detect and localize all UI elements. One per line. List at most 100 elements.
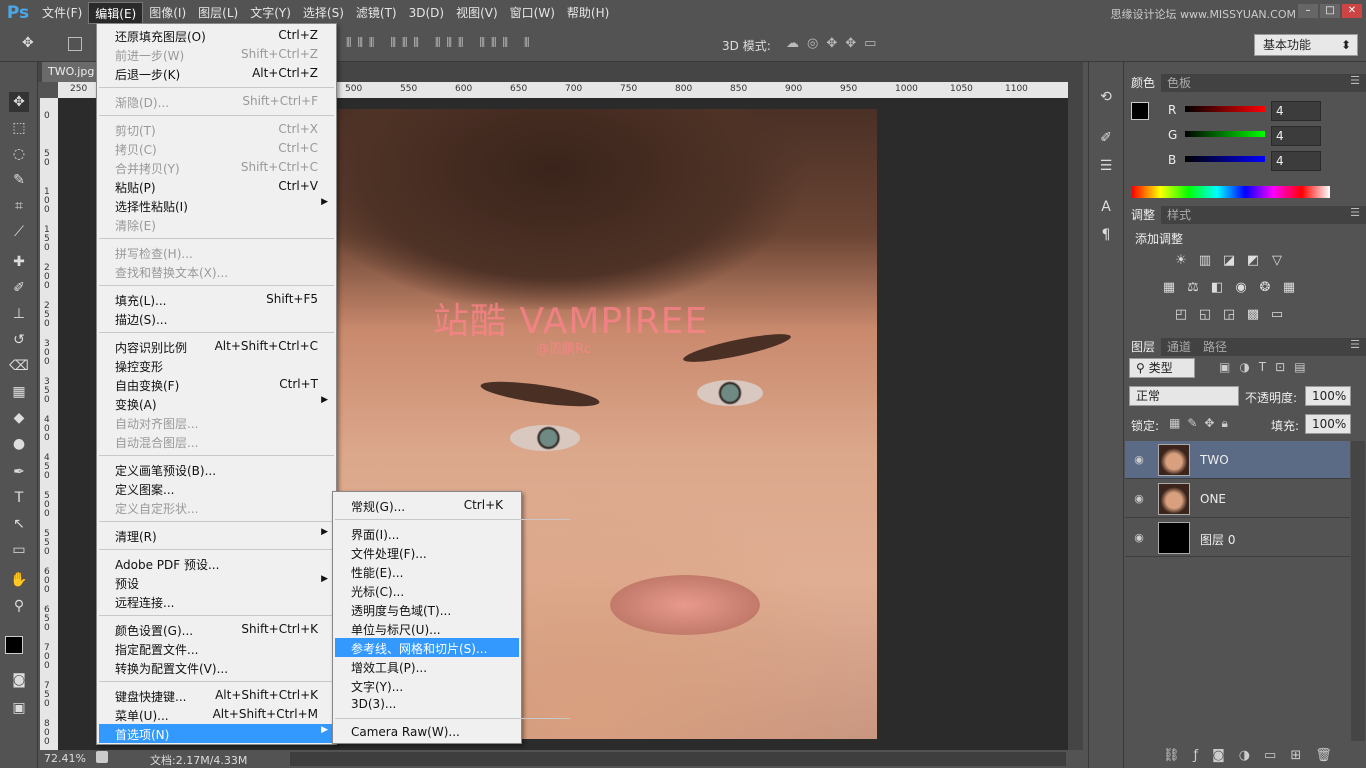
menu-item[interactable]: 清理(R) ▶ (99, 526, 334, 545)
menu-item[interactable]: Adobe PDF 预设... (99, 554, 334, 573)
color-balance-icon[interactable]: ⚖ (1185, 281, 1201, 295)
menu-item[interactable]: 操控变形 (99, 356, 334, 375)
layer-bottom-icons[interactable]: ⛓ƒ◙◑▭⊞🗑︎ (1163, 748, 1346, 763)
menu-item[interactable]: 转换为配置文件(V)... (99, 658, 334, 677)
blend-mode-select[interactable]: 正常 (1129, 386, 1239, 406)
layer-row[interactable]: ◉ ONE (1125, 480, 1350, 518)
menu-view[interactable]: 视图(V) (450, 2, 504, 24)
gradient-tool-icon[interactable]: ▦ (9, 382, 29, 402)
tab-styles[interactable]: 样式 (1161, 206, 1197, 224)
healing-tool-icon[interactable]: ✚ (9, 252, 29, 272)
history-brush-tool-icon[interactable]: ↺ (9, 330, 29, 350)
menu-item[interactable]: 单位与标尺(U)... (335, 619, 519, 638)
history-icon[interactable]: ⟲ (1096, 87, 1116, 107)
minimize-icon[interactable]: – (1298, 4, 1318, 18)
panel-menu-icon[interactable]: ☰ (1350, 206, 1360, 219)
menu-item[interactable]: 常规(G)... Ctrl+K (335, 496, 519, 515)
lock-icons[interactable]: ▦✎✥🔒︎ (1169, 416, 1235, 431)
color-spectrum[interactable] (1132, 186, 1330, 198)
close-icon[interactable]: ✕ (1342, 4, 1362, 18)
foreground-color-swatch[interactable] (5, 636, 23, 654)
menu-item[interactable]: 性能(E)... (335, 562, 519, 581)
menu-item[interactable]: 颜色设置(G)... Shift+Ctrl+K (99, 620, 334, 639)
zoom-tool-icon[interactable]: ⚲ (9, 596, 29, 616)
type-tool-icon[interactable]: T (9, 488, 29, 508)
move-tool-icon[interactable]: ✥ (22, 35, 34, 51)
menu-item[interactable]: 文件处理(F)... (335, 543, 519, 562)
menu-item[interactable]: 选择性粘贴(I) ▶ (99, 196, 334, 215)
fg-color-swatch[interactable] (1131, 102, 1149, 120)
fill-field[interactable]: 100% (1305, 414, 1351, 434)
brush-presets-icon[interactable]: ☰ (1096, 156, 1116, 176)
stamp-tool-icon[interactable]: ⊥ (9, 304, 29, 324)
menu-item[interactable]: 参考线、网格和切片(S)... (335, 638, 519, 657)
menu-item[interactable]: 粘贴(P) Ctrl+V (99, 177, 334, 196)
eye-icon[interactable]: ◉ (1131, 492, 1147, 505)
menu-item[interactable]: 描边(S)... (99, 309, 334, 328)
tab-color[interactable]: 颜色 (1125, 74, 1162, 92)
menu-item[interactable]: 增效工具(P)... (335, 657, 519, 676)
tab-swatches[interactable]: 色板 (1161, 74, 1197, 92)
menu-item[interactable]: 填充(L)... Shift+F5 (99, 290, 334, 309)
gradient-map-icon[interactable]: ▭ (1269, 308, 1285, 322)
layer-filter-icons[interactable]: ▣◑T⊡▤ (1219, 360, 1315, 374)
menu-type[interactable]: 文字(Y) (244, 2, 297, 24)
menu-item[interactable]: 光标(C)... (335, 581, 519, 600)
levels-icon[interactable]: ▥ (1197, 254, 1213, 268)
menu-item[interactable]: 3D(3)... (335, 695, 519, 714)
menu-item[interactable]: 菜单(U)... Alt+Shift+Ctrl+M (99, 705, 334, 724)
menu-3d[interactable]: 3D(D) (403, 2, 450, 24)
threshold-icon[interactable]: ◲ (1221, 308, 1237, 322)
menu-item[interactable]: 文字(Y)... (335, 676, 519, 695)
menu-item[interactable]: 远程连接... (99, 592, 334, 611)
brightness-icon[interactable]: ☀ (1173, 254, 1189, 268)
menu-image[interactable]: 图像(I) (143, 2, 192, 24)
menu-item[interactable]: 内容识别比例 Alt+Shift+Ctrl+C (99, 337, 334, 356)
tab-layers[interactable]: 图层 (1125, 338, 1162, 356)
move-tool-icon[interactable]: ✥ (9, 92, 29, 112)
b-slider[interactable] (1185, 156, 1265, 162)
menu-item[interactable]: 指定配置文件... (99, 639, 334, 658)
layer-row[interactable]: ◉ TWO (1125, 441, 1350, 479)
brush-tool-icon[interactable]: ✐ (9, 278, 29, 298)
g-slider[interactable] (1185, 131, 1265, 137)
panel-menu-icon[interactable]: ☰ (1350, 74, 1360, 87)
tab-channels[interactable]: 通道 (1161, 338, 1197, 356)
menu-filter[interactable]: 滤镜(T) (350, 2, 403, 24)
tab-adjustments[interactable]: 调整 (1125, 206, 1162, 224)
align-icons[interactable]: ⫴⫴⫴ ⫴⫴⫴ ⫴⫴⫴ ⫴⫴⫴ ⫴ (346, 36, 536, 51)
pen-tool-icon[interactable]: ✒ (9, 462, 29, 482)
status-menu-icon[interactable] (96, 751, 108, 763)
menu-item[interactable]: 键盘快捷键... Alt+Shift+Ctrl+K (99, 686, 334, 705)
tab-paths[interactable]: 路径 (1197, 338, 1233, 356)
auto-select-checkbox[interactable] (68, 37, 82, 51)
quick-mask-icon[interactable]: ◙ (9, 670, 29, 690)
opacity-field[interactable]: 100% (1305, 386, 1351, 406)
menu-window[interactable]: 窗口(W) (504, 2, 561, 24)
screen-mode-icon[interactable]: ▣ (9, 698, 29, 718)
menu-edit[interactable]: 编辑(E) (88, 2, 144, 24)
hand-tool-icon[interactable]: ✋ (9, 570, 29, 590)
document-tab[interactable]: TWO.jpg (42, 62, 98, 82)
b-value[interactable]: 4 (1271, 151, 1321, 171)
vertical-scrollbar[interactable] (1068, 82, 1083, 750)
menu-item[interactable]: 预设 ▶ (99, 573, 334, 592)
selective-color-icon[interactable]: ▩ (1245, 308, 1261, 322)
menu-item[interactable]: 首选项(N) ▶ (99, 724, 334, 743)
photo-filter-icon[interactable]: ◉ (1233, 281, 1249, 295)
blur-tool-icon[interactable]: ◆ (9, 408, 29, 428)
zoom-level[interactable]: 72.41% (44, 752, 86, 765)
menu-select[interactable]: 选择(S) (297, 2, 350, 24)
paragraph-icon[interactable]: ¶ (1096, 225, 1116, 245)
eye-icon[interactable]: ◉ (1131, 453, 1147, 466)
marquee-tool-icon[interactable]: ⬚ (9, 118, 29, 138)
crop-tool-icon[interactable]: ⌗ (9, 196, 29, 216)
panel-menu-icon[interactable]: ☰ (1350, 338, 1360, 351)
eyedropper-tool-icon[interactable]: ⟋ (9, 222, 29, 242)
posterize-icon[interactable]: ◱ (1197, 308, 1213, 322)
menu-layer[interactable]: 图层(L) (192, 2, 244, 24)
quick-select-tool-icon[interactable]: ✎ (9, 170, 29, 190)
eye-icon[interactable]: ◉ (1131, 531, 1147, 544)
maximize-icon[interactable]: □ (1320, 4, 1340, 18)
menu-item[interactable]: 定义图案... (99, 479, 334, 498)
